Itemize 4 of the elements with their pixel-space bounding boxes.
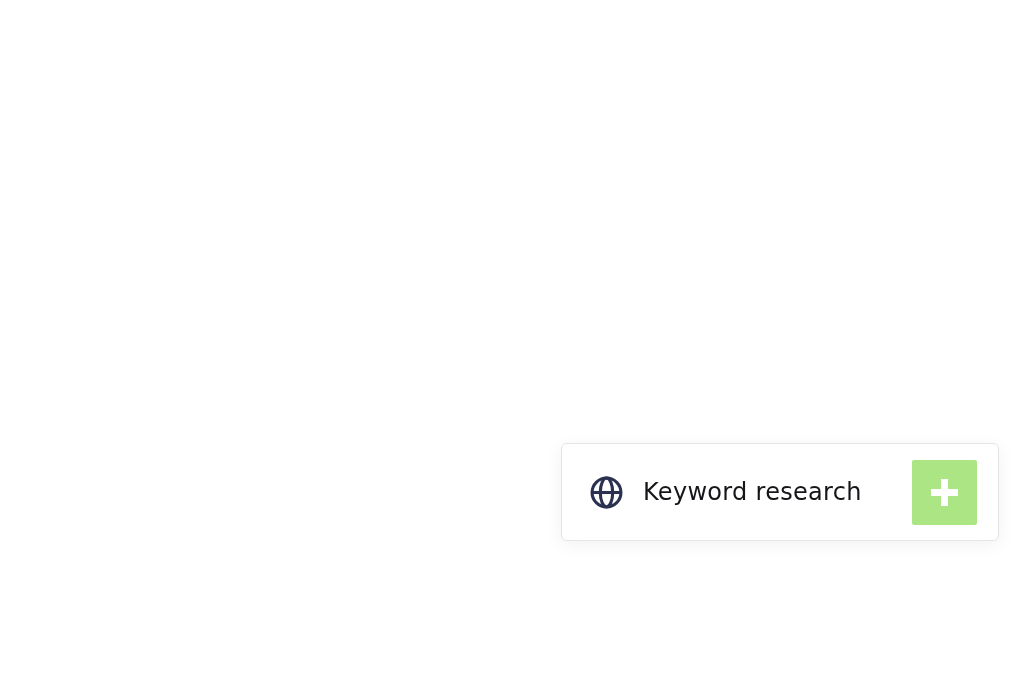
add-button[interactable] [912,459,977,525]
plus-icon [931,478,958,506]
globe-icon [590,475,623,509]
card-label: Keyword research [643,477,862,508]
